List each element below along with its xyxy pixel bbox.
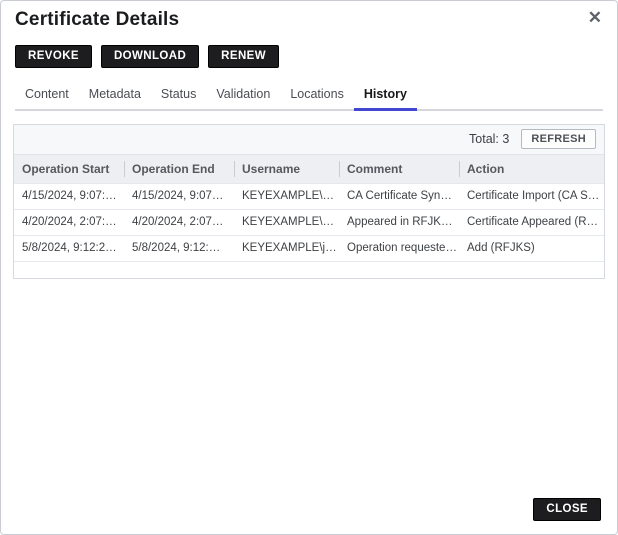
- refresh-button[interactable]: REFRESH: [521, 129, 596, 149]
- table-cell: Add (RFJKS): [459, 236, 604, 261]
- tab-locations[interactable]: Locations: [280, 82, 354, 111]
- table-header-row: Operation StartOperation EndUsernameComm…: [14, 155, 604, 183]
- tab-validation[interactable]: Validation: [206, 82, 280, 111]
- table-row[interactable]: 4/15/2024, 9:07:…4/15/2024, 9:07…KEYEXAM…: [14, 183, 604, 209]
- table-cell: 4/20/2024, 2:07:…: [14, 210, 124, 235]
- table-cell: 5/8/2024, 9:12:2…: [14, 236, 124, 261]
- revoke-button[interactable]: REVOKE: [15, 45, 92, 68]
- tab-metadata[interactable]: Metadata: [79, 82, 151, 111]
- renew-button[interactable]: RENEW: [208, 45, 279, 68]
- tab-bar: ContentMetadataStatusValidationLocations…: [15, 82, 603, 111]
- table-cell: 4/15/2024, 9:07:…: [14, 184, 124, 209]
- dialog-header: Certificate Details ✕: [1, 1, 617, 31]
- table-cell: 4/20/2024, 2:07…: [124, 210, 234, 235]
- table-row[interactable]: 4/20/2024, 2:07:…4/20/2024, 2:07…KEYEXAM…: [14, 209, 604, 235]
- table-body: 4/15/2024, 9:07:…4/15/2024, 9:07…KEYEXAM…: [14, 183, 604, 261]
- close-button[interactable]: CLOSE: [533, 498, 601, 521]
- dialog-footer: CLOSE: [533, 498, 601, 521]
- action-button-row: REVOKE DOWNLOAD RENEW: [15, 45, 603, 68]
- tab-content[interactable]: Content: [15, 82, 79, 111]
- table-cell: Operation requeste…: [339, 236, 459, 261]
- table-row[interactable]: 5/8/2024, 9:12:2…5/8/2024, 9:12:…KEYEXAM…: [14, 235, 604, 261]
- certificate-details-dialog: Certificate Details ✕ REVOKE DOWNLOAD RE…: [0, 0, 618, 535]
- table-cell: CA Certificate Syn…: [339, 184, 459, 209]
- table-empty-row: [14, 261, 604, 278]
- tab-history[interactable]: History: [354, 82, 417, 111]
- table-toolbar: Total: 3 REFRESH: [14, 125, 604, 155]
- table-cell: KEYEXAMPLE\…: [234, 184, 339, 209]
- column-header: Operation End: [124, 155, 234, 183]
- history-table: Total: 3 REFRESH Operation StartOperatio…: [13, 124, 605, 279]
- page-title: Certificate Details: [15, 9, 179, 30]
- column-header: Comment: [339, 155, 459, 183]
- column-header: Operation Start: [14, 155, 124, 183]
- table-cell: 5/8/2024, 9:12:…: [124, 236, 234, 261]
- column-header: Username: [234, 155, 339, 183]
- table-cell: KEYEXAMPLE\…: [234, 210, 339, 235]
- table-cell: Certificate Appeared (R…: [459, 210, 604, 235]
- column-header: Action: [459, 155, 604, 183]
- download-button[interactable]: DOWNLOAD: [101, 45, 199, 68]
- close-icon[interactable]: ✕: [586, 7, 604, 28]
- table-cell: KEYEXAMPLE\j…: [234, 236, 339, 261]
- table-cell: Appeared in RFJK…: [339, 210, 459, 235]
- tab-status[interactable]: Status: [151, 82, 206, 111]
- total-count: Total: 3: [469, 132, 509, 146]
- table-cell: Certificate Import (CA S…: [459, 184, 604, 209]
- table-cell: 4/15/2024, 9:07…: [124, 184, 234, 209]
